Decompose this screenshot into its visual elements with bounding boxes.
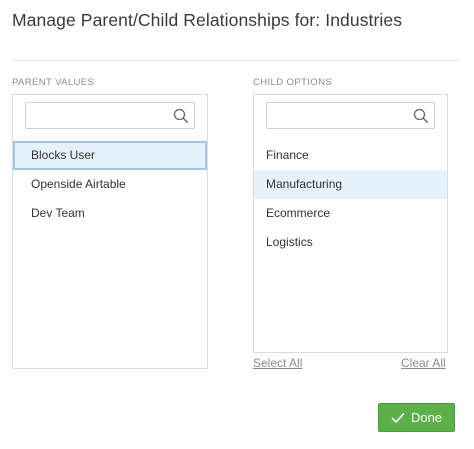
search-icon[interactable] bbox=[173, 108, 189, 124]
clear-all-link[interactable]: Clear All bbox=[401, 356, 446, 370]
parent-values-panel: Blocks User Openside Airtable Dev Team bbox=[12, 94, 208, 369]
child-options-list: Finance Manufacturing Ecommerce Logistic… bbox=[254, 141, 447, 257]
title-divider bbox=[12, 60, 460, 61]
select-all-link[interactable]: Select All bbox=[253, 356, 302, 370]
dialog-title: Manage Parent/Child Relationships for: I… bbox=[12, 10, 403, 30]
child-search-input[interactable] bbox=[267, 103, 434, 128]
done-button-label: Done bbox=[410, 410, 443, 425]
parent-item-blocks-user[interactable]: Blocks User bbox=[13, 141, 207, 170]
child-item-finance[interactable]: Finance bbox=[254, 141, 447, 170]
check-icon bbox=[391, 412, 405, 423]
child-options-panel: Finance Manufacturing Ecommerce Logistic… bbox=[253, 94, 448, 353]
parent-values-list: Blocks User Openside Airtable Dev Team bbox=[13, 141, 207, 228]
manage-relationships-dialog: Manage Parent/Child Relationships for: I… bbox=[0, 0, 474, 449]
parent-search-input[interactable] bbox=[26, 103, 194, 128]
parent-item-openside-airtable[interactable]: Openside Airtable bbox=[13, 170, 207, 199]
done-button[interactable]: Done bbox=[378, 403, 455, 432]
child-options-label: CHILD OPTIONS bbox=[253, 77, 333, 88]
child-item-logistics[interactable]: Logistics bbox=[254, 228, 447, 257]
parent-search-box bbox=[25, 102, 195, 129]
search-icon[interactable] bbox=[413, 108, 429, 124]
child-search-box bbox=[266, 102, 435, 129]
child-item-manufacturing[interactable]: Manufacturing bbox=[254, 170, 447, 199]
parent-values-label: PARENT VALUES bbox=[12, 77, 95, 88]
parent-item-dev-team[interactable]: Dev Team bbox=[13, 199, 207, 228]
child-item-ecommerce[interactable]: Ecommerce bbox=[254, 199, 447, 228]
